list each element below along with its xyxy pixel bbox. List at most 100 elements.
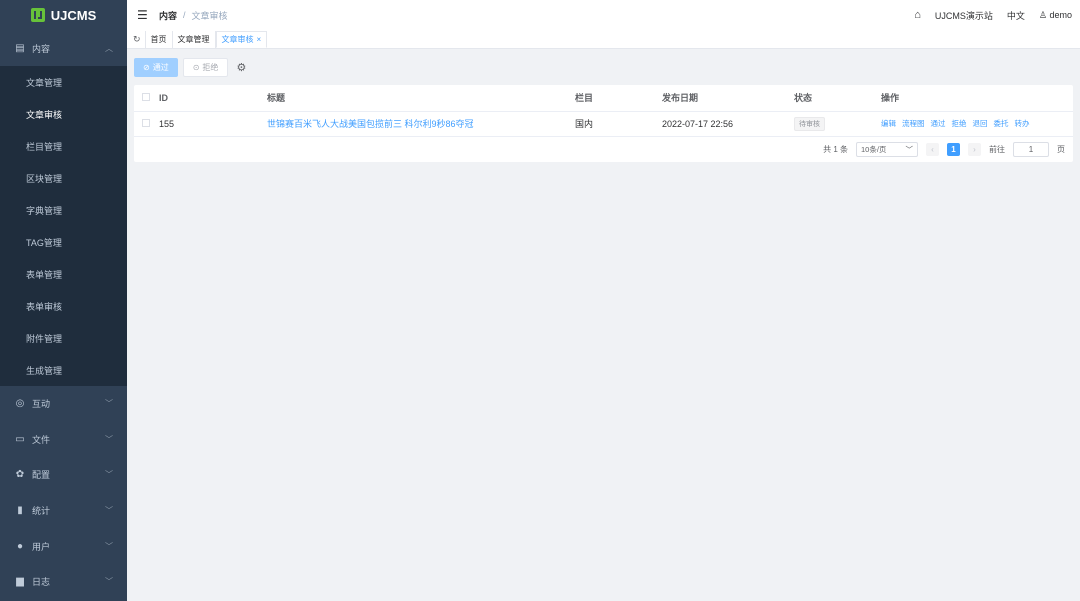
chevron-up-icon: ︿ [105,43,113,53]
row-status-cell: 待审核 [794,111,881,137]
page-size-select[interactable]: 10条/页 ﹀ [856,141,918,157]
page-number-current[interactable]: 1 [947,142,960,156]
edit-link[interactable]: 编辑 [881,119,896,128]
menu-group-user[interactable]: ● 用户 ﹀ [0,528,127,564]
pagination-total: 共 1 条 [823,144,848,154]
chevron-down-icon: ﹀ [105,399,113,409]
select-all-cell [134,85,159,112]
row-ops: 编辑 流程图 通过 拒绝 退回 委托 转办 [881,111,1073,137]
status-badge: 待审核 [794,116,825,131]
logo-text: UJCMS [50,7,97,23]
transfer-link[interactable]: 转办 [1015,119,1030,128]
sidebar-item-block-manage[interactable]: 区块管理 [0,162,127,194]
reject-button[interactable]: ⊙ 拒绝 [182,57,229,77]
tag-article-review[interactable]: 文章审核 × [215,30,268,48]
sidebar-item-channel-manage[interactable]: 栏目管理 [0,130,127,162]
chevron-down-icon: ﹀ [105,434,113,444]
reject-link[interactable]: 拒绝 [952,119,967,128]
gear-icon: ✿ [15,469,25,481]
chevron-down-icon: ﹀ [105,541,113,551]
close-icon[interactable]: × [257,35,262,44]
chat-icon: ◎ [15,398,25,410]
menu-group-file[interactable]: ▭ 文件 ﹀ [0,422,127,458]
sidebar-item-generate-manage[interactable]: 生成管理 [0,354,127,386]
main-content: ⊘ 通过 ⊙ 拒绝 ⚙ ID 标题 栏目 发布日期 状态 操作 155 世锦赛百… [127,49,1080,601]
menu-group-interaction[interactable]: ◎ 互动 ﹀ [0,386,127,422]
table-row: 155 世锦赛百米飞人大战美国包揽前三 科尔利9秒86夺冠 国内 2022-07… [134,111,1073,137]
next-page-button[interactable]: › [968,142,981,156]
tag-home[interactable]: 首页 [144,30,173,48]
pass-button[interactable]: ⊘ 通过 [134,57,178,77]
menu-group-stats[interactable]: ▮ 统计 ﹀ [0,493,127,529]
site-name-link[interactable]: UJCMS演示站 [935,9,993,22]
sidebar: UJCMS ▤ 内容 ︿ 文章管理 文章审核 栏目管理 区块管理 字典管理 TA… [0,0,127,601]
header-date[interactable]: 发布日期 [662,85,794,112]
menu-group-config[interactable]: ✿ 配置 ﹀ [0,457,127,493]
header-title[interactable]: 标题 [267,85,575,112]
table-card: ID 标题 栏目 发布日期 状态 操作 155 世锦赛百米飞人大战美国包揽前三 … [134,85,1073,162]
user-menu[interactable]: ♙ demo [1039,10,1072,21]
sidebar-item-tag-manage[interactable]: TAG管理 [0,226,127,258]
chevron-down-icon: ﹀ [105,470,113,480]
check-circle-icon: ⊘ [143,62,150,72]
menu-group-label: 文件 [32,434,51,445]
tag-label: 文章审核 [221,34,254,44]
page-suffix: 页 [1057,144,1065,154]
menu-group-log[interactable]: ▆ 日志 ﹀ [0,564,127,600]
breadcrumb-current: 文章审核 [191,10,228,21]
return-link[interactable]: 退回 [973,119,988,128]
folder-icon: ▭ [15,433,25,445]
menu-group-label: 配置 [32,470,51,481]
table-header-row: ID 标题 栏目 发布日期 状态 操作 [134,85,1073,112]
pass-link[interactable]: 通过 [931,119,946,128]
row-select-cell [134,111,159,137]
sidebar-item-article-review[interactable]: 文章审核 [0,98,127,130]
row-title-cell: 世锦赛百米飞人大战美国包揽前三 科尔利9秒86夺冠 [267,111,575,137]
menu-group-content[interactable]: ▤ 内容 ︿ [0,30,127,66]
menu-group-label: 统计 [32,506,51,517]
user-icon: ♙ [1038,9,1047,20]
chevron-down-icon: ﹀ [905,144,914,154]
article-table: ID 标题 栏目 发布日期 状态 操作 155 世锦赛百米飞人大战美国包揽前三 … [134,85,1073,137]
logo-icon [30,8,45,22]
pagination: 共 1 条 10条/页 ﹀ ‹ 1 › 前往 1 页 [134,137,1073,162]
chevron-down-icon: ﹀ [105,506,113,516]
flowchart-link[interactable]: 流程图 [902,119,925,128]
close-circle-icon: ⊙ [192,62,200,72]
prev-page-button[interactable]: ‹ [926,142,939,156]
gear-icon[interactable]: ⚙ [233,61,249,74]
page-size-value: 10条/页 [861,144,887,154]
content-submenu: 文章管理 文章审核 栏目管理 区块管理 字典管理 TAG管理 表单管理 表单审核… [0,66,127,386]
chevron-down-icon: ﹀ [105,577,113,587]
delegate-link[interactable]: 委托 [994,119,1009,128]
header-ops: 操作 [881,85,1073,112]
tags-view: ↻ 首页 文章管理 文章审核 × [127,30,1080,49]
user-icon: ● [16,540,24,552]
language-switch[interactable]: 中文 [1007,9,1025,22]
tag-article-manage[interactable]: 文章管理 [173,30,216,48]
home-icon[interactable]: ⌂ [914,9,921,21]
select-all-checkbox[interactable] [142,92,150,101]
breadcrumb-separator: / [183,10,186,20]
refresh-icon[interactable]: ↻ [133,34,141,45]
app-logo[interactable]: UJCMS [0,0,127,30]
sidebar-item-dict-manage[interactable]: 字典管理 [0,194,127,226]
bar-chart-icon: ▮ [17,505,23,517]
row-date: 2022-07-17 22:56 [662,111,794,137]
row-checkbox[interactable] [142,118,150,127]
breadcrumb-root: 内容 [159,10,178,21]
goto-label: 前往 [989,144,1005,154]
sidebar-item-article-manage[interactable]: 文章管理 [0,66,127,98]
header-id[interactable]: ID [159,85,267,112]
goto-page-input[interactable]: 1 [1013,141,1049,157]
sidebar-item-attachment-manage[interactable]: 附件管理 [0,322,127,354]
row-title-link[interactable]: 世锦赛百米飞人大战美国包揽前三 科尔利9秒86夺冠 [267,119,474,129]
sidebar-item-form-review[interactable]: 表单审核 [0,290,127,322]
reject-label: 拒绝 [202,62,219,72]
sidebar-item-form-manage[interactable]: 表单管理 [0,258,127,290]
header-channel: 栏目 [575,85,662,112]
log-icon: ▆ [16,576,24,588]
row-channel: 国内 [575,111,662,137]
document-icon: ▤ [15,42,25,54]
hamburger-icon[interactable]: ☰ [137,8,149,22]
